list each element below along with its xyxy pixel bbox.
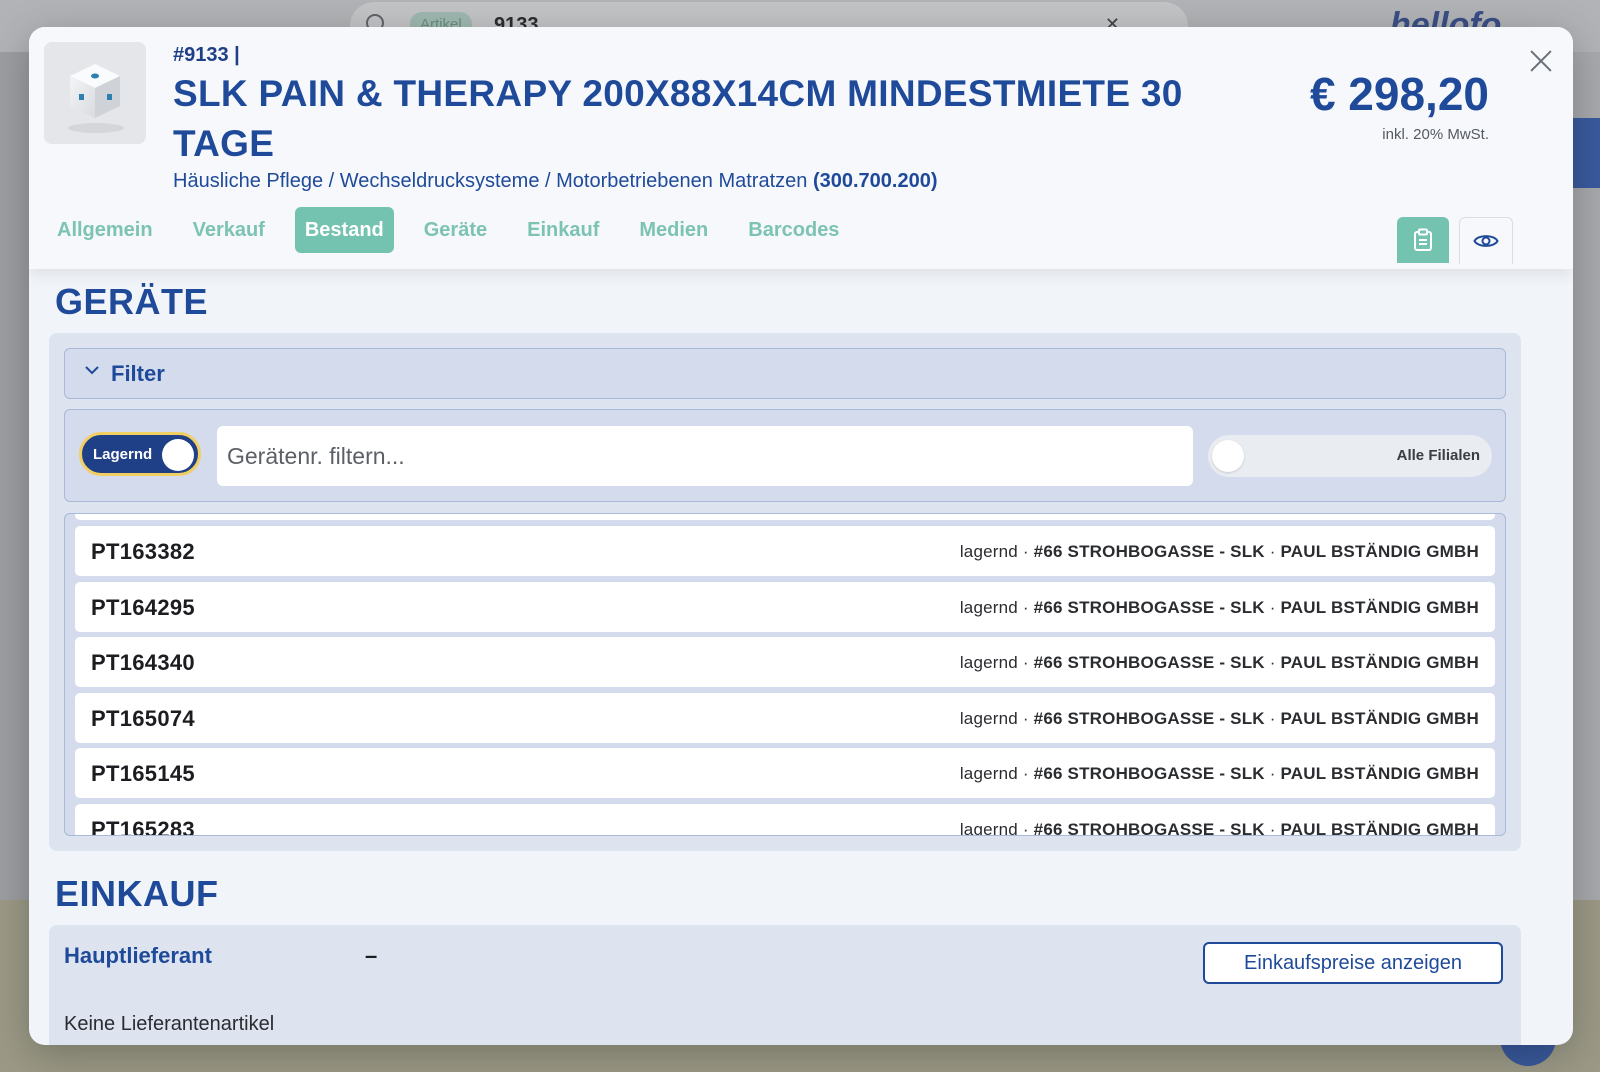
separator: · bbox=[1017, 542, 1034, 561]
tab-barcodes[interactable]: Barcodes bbox=[738, 207, 849, 253]
device-row[interactable]: PT165074 lagernd · #66 STROHBOGASSE - SLK… bbox=[75, 692, 1495, 743]
category-code: (300.700.200) bbox=[812, 170, 938, 192]
list-scroll-edge bbox=[75, 514, 1495, 520]
device-row[interactable]: PT163382 lagernd · #66 STROHBOGASSE - SLK… bbox=[75, 526, 1495, 576]
device-number: PT164295 bbox=[91, 594, 195, 620]
tab-einkauf[interactable]: Einkauf bbox=[517, 207, 609, 253]
device-number: PT165145 bbox=[91, 761, 195, 786]
lagernd-toggle-label: Lagernd bbox=[93, 446, 153, 463]
product-thumbnail bbox=[44, 42, 146, 144]
device-row[interactable]: PT164295 lagernd · #66 STROHBOGASSE - SLK… bbox=[75, 581, 1495, 632]
section-title-geraete: GERÄTE bbox=[55, 281, 209, 322]
device-row[interactable]: PT165283 lagernd · #66 STROHBOGASSE - SLK… bbox=[75, 803, 1495, 836]
separator: · bbox=[1264, 764, 1281, 783]
filter-controls: Lagernd Alle Filialen bbox=[64, 409, 1506, 502]
device-row[interactable]: PT164340 lagernd · #66 STROHBOGASSE - SLK… bbox=[75, 637, 1495, 687]
lagernd-toggle[interactable]: Lagernd bbox=[79, 432, 201, 476]
no-supplier-articles-text: Keine Lieferantenartikel bbox=[64, 1013, 275, 1035]
device-company: PAUL BSTÄNDIG GMBH bbox=[1280, 542, 1479, 561]
all-branches-toggle[interactable]: Alle Filialen bbox=[1208, 435, 1492, 477]
device-status: lagernd bbox=[959, 597, 1018, 617]
device-info: lagernd · #66 STROHBOGASSE - SLK · PAUL … bbox=[960, 653, 1479, 673]
einkauf-panel: Hauptlieferant – Einkaufspreise anzeigen… bbox=[49, 925, 1521, 1045]
article-title: SLK PAIN & THERAPY 200X88X14CM MINDESTMI… bbox=[173, 73, 1183, 164]
category-path[interactable]: Häusliche Pflege / Wechseldrucksysteme /… bbox=[173, 170, 807, 192]
separator: · bbox=[1264, 819, 1281, 836]
separator: · bbox=[1017, 819, 1034, 836]
device-info: lagernd · #66 STROHBOGASSE - SLK · PAUL … bbox=[960, 542, 1479, 562]
separator: · bbox=[1264, 708, 1281, 728]
main-supplier-label: Hauptlieferant bbox=[64, 943, 212, 968]
device-list[interactable]: PT163382 lagernd · #66 STROHBOGASSE - SLK… bbox=[64, 513, 1506, 836]
close-icon[interactable] bbox=[1529, 49, 1553, 73]
device-location: #66 STROHBOGASSE - SLK bbox=[1033, 708, 1265, 728]
device-status: lagernd bbox=[959, 708, 1018, 728]
device-number-filter-input[interactable] bbox=[217, 426, 1193, 486]
tab-geraete[interactable]: Geräte bbox=[414, 207, 497, 253]
device-status: lagernd bbox=[959, 542, 1018, 561]
geraete-panel: Filter Lagernd Alle Filialen PT163382 lag… bbox=[49, 333, 1521, 851]
separator: · bbox=[1264, 542, 1281, 561]
separator: · bbox=[1264, 597, 1281, 617]
show-purchase-prices-button[interactable]: Einkaufspreise anzeigen bbox=[1203, 942, 1503, 984]
device-location: #66 STROHBOGASSE - SLK bbox=[1033, 653, 1265, 672]
device-info: lagernd · #66 STROHBOGASSE - SLK · PAUL … bbox=[960, 598, 1479, 618]
category-breadcrumb[interactable]: Häusliche Pflege / Wechseldrucksysteme /… bbox=[173, 170, 937, 193]
device-company: PAUL BSTÄNDIG GMBH bbox=[1280, 708, 1479, 728]
tab-verkauf[interactable]: Verkauf bbox=[183, 207, 275, 253]
article-modal: #9133 | SLK PAIN & THERAPY 200X88X14CM M… bbox=[29, 27, 1573, 1045]
device-number: PT165283 bbox=[91, 816, 195, 836]
clipboard-icon bbox=[1414, 228, 1432, 251]
filter-toggle[interactable]: Filter bbox=[64, 348, 1506, 399]
device-company: PAUL BSTÄNDIG GMBH bbox=[1280, 597, 1479, 617]
device-info: lagernd · #66 STROHBOGASSE - SLK · PAUL … bbox=[960, 709, 1479, 729]
device-number: PT163382 bbox=[91, 539, 195, 564]
tab-bestand[interactable]: Bestand bbox=[294, 207, 394, 253]
device-number: PT165074 bbox=[91, 705, 195, 731]
device-number: PT164340 bbox=[91, 650, 195, 675]
separator: · bbox=[1264, 653, 1281, 672]
separator: · bbox=[1017, 764, 1034, 783]
device-location: #66 STROHBOGASSE - SLK bbox=[1033, 764, 1265, 783]
device-status: lagernd bbox=[959, 764, 1018, 783]
filter-label: Filter bbox=[111, 361, 165, 386]
modal-header: #9133 | SLK PAIN & THERAPY 200X88X14CM M… bbox=[29, 27, 1573, 269]
tab-medien[interactable]: Medien bbox=[629, 207, 718, 253]
device-row[interactable]: PT165145 lagernd · #66 STROHBOGASSE - SLK… bbox=[75, 748, 1495, 798]
device-status: lagernd bbox=[959, 653, 1018, 672]
price-tax-note: inkl. 20% MwSt. bbox=[1382, 126, 1489, 143]
device-location: #66 STROHBOGASSE - SLK bbox=[1033, 597, 1265, 617]
device-location: #66 STROHBOGASSE - SLK bbox=[1033, 542, 1265, 561]
clipboard-button[interactable] bbox=[1397, 217, 1449, 263]
device-info: lagernd · #66 STROHBOGASSE - SLK · PAUL … bbox=[960, 764, 1479, 784]
main-supplier-value: – bbox=[365, 943, 378, 968]
tab-allgemein[interactable]: Allgemein bbox=[47, 207, 163, 253]
chevron-down-icon bbox=[85, 366, 99, 375]
all-branches-toggle-label: Alle Filialen bbox=[1396, 447, 1480, 464]
section-title-einkauf: EINKAUF bbox=[55, 873, 219, 914]
visibility-button[interactable] bbox=[1459, 217, 1513, 264]
device-status: lagernd bbox=[959, 819, 1018, 836]
toggle-knob bbox=[1212, 440, 1244, 472]
device-company: PAUL BSTÄNDIG GMBH bbox=[1280, 764, 1479, 783]
device-company: PAUL BSTÄNDIG GMBH bbox=[1280, 653, 1479, 672]
article-price: € 298,20 bbox=[1309, 68, 1489, 120]
device-info: lagernd · #66 STROHBOGASSE - SLK · PAUL … bbox=[959, 819, 1479, 836]
separator: · bbox=[1017, 653, 1034, 672]
device-company: PAUL BSTÄNDIG GMBH bbox=[1280, 819, 1479, 836]
toggle-knob bbox=[162, 439, 194, 471]
eye-icon bbox=[1473, 235, 1499, 247]
product-cube-image bbox=[44, 42, 146, 144]
separator: · bbox=[1017, 708, 1034, 728]
article-id: #9133 | bbox=[173, 44, 240, 66]
separator: · bbox=[1017, 597, 1034, 617]
device-location: #66 STROHBOGASSE - SLK bbox=[1033, 819, 1265, 836]
device-list-items: PT163382 lagernd · #66 STROHBOGASSE - SLK… bbox=[75, 526, 1495, 836]
tab-bar: Allgemein Verkauf Bestand Geräte Einkauf… bbox=[47, 207, 849, 253]
